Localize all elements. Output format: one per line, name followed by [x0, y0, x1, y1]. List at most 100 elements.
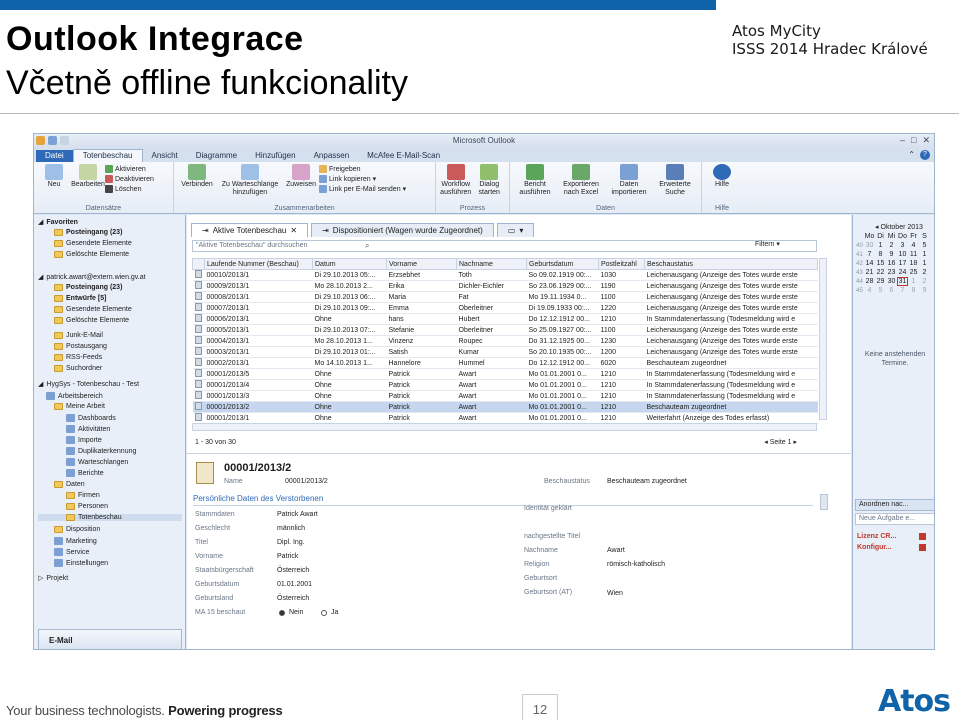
table-row[interactable]: 00001/2013/2 Ohne Patrick Awart Mo 01.01.200… — [192, 401, 818, 413]
nav-deleted[interactable]: Gelöschte Elemente — [54, 317, 129, 324]
field-geburtsland[interactable]: Österreich — [277, 595, 309, 602]
table-row[interactable]: 00006/2013/1 Ohne hans Hubert Do 12.12.1912 … — [192, 313, 818, 325]
new-task-input[interactable]: Neue Aufgabe e... — [855, 513, 934, 525]
ribbon-collapse-icon[interactable]: ⌃ — [908, 150, 915, 160]
calendar-month[interactable]: ◂ Oktober 2013 — [863, 223, 934, 231]
nav-crm[interactable]: ◢ HygSys - Totenbeschau - Test — [38, 380, 139, 389]
prev-month-icon[interactable]: ◂ — [875, 224, 879, 231]
close-icon[interactable]: ✕ — [922, 135, 930, 146]
nav-projekt[interactable]: ▷ Projekt — [38, 574, 68, 583]
nav-junk[interactable]: Junk-E-Mail — [54, 332, 103, 339]
table-row[interactable]: 00003/2013/1 Di 29.10.2013 01:... Satish Ku… — [192, 346, 818, 358]
nav-drafts[interactable]: Entwürfe [5] — [54, 295, 106, 302]
pager-page[interactable]: ◂ Seite 1 ▸ — [764, 438, 797, 446]
nav-dashboards[interactable]: Dashboards — [66, 414, 116, 422]
tab-ansicht[interactable]: Ansicht — [143, 150, 187, 162]
calendar-day[interactable]: 8 — [908, 287, 919, 294]
view-tab-active[interactable]: ⇥ Aktive Totenbeschau ✕ — [191, 223, 309, 237]
calendar-day[interactable]: 4 — [864, 287, 875, 294]
calendar-day[interactable]: 4 — [908, 242, 919, 249]
view-search-input[interactable]: "Aktive Totenbeschau" durchsuchen ⌕ — [192, 240, 817, 252]
delete-button[interactable]: Löschen — [105, 185, 154, 193]
calendar-day[interactable]: 29 — [875, 278, 886, 285]
flag-icon[interactable] — [919, 533, 926, 540]
nav-inbox[interactable]: Posteingang (23) — [54, 284, 122, 291]
col-postleitzahl[interactable]: Postleitzahl — [598, 258, 645, 270]
email-link-button[interactable]: Link per E-Mail senden ▾ — [319, 185, 406, 193]
tab-diagramme[interactable]: Diagramme — [187, 150, 246, 162]
search-icon[interactable]: ⌕ — [365, 241, 369, 251]
close-tab-icon[interactable]: ✕ — [290, 226, 297, 235]
calendar-day[interactable]: 2 — [886, 242, 897, 249]
calendar-day[interactable]: 1 — [875, 242, 886, 249]
grid-horizontal-scrollbar[interactable] — [192, 423, 817, 431]
tab-mcafee[interactable]: McAfee E-Mail-Scan — [358, 150, 449, 162]
table-row[interactable]: 00010/2013/1 Di 29.10.2013 05:... Erzsebhe… — [192, 269, 818, 281]
calendar-day[interactable]: 14 — [864, 260, 875, 267]
nav-service[interactable]: Service — [54, 548, 89, 556]
ma15-yes-radio[interactable] — [321, 610, 327, 616]
table-row[interactable]: 00008/2013/1 Di 29.10.2013 06:... Maria Fat… — [192, 291, 818, 303]
calendar-day[interactable]: 18 — [908, 260, 919, 267]
calendar-day[interactable]: 22 — [875, 269, 886, 276]
col-beschaustatus[interactable]: Beschaustatus — [644, 258, 818, 270]
nav-search-folders[interactable]: Suchordner — [54, 365, 102, 372]
view-tab-dispositioned[interactable]: ⇥ Dispositioniert (Wagen wurde Zugeordnet… — [311, 223, 494, 237]
nav-outbox[interactable]: Postausgang — [54, 343, 107, 350]
table-row[interactable]: 00001/2013/1 Ohne Patrick Awart Mo 01.01.200… — [192, 412, 818, 424]
field-staatsbuergerschaft[interactable]: Österreich — [277, 567, 309, 574]
nav-my-work[interactable]: Meine Arbeit — [54, 403, 105, 410]
nav-totenbeschau[interactable]: Totenbeschau — [38, 514, 182, 521]
tab-totenbeschau[interactable]: Totenbeschau — [72, 149, 143, 162]
calendar-day[interactable]: 9 — [886, 251, 897, 258]
minimize-icon[interactable]: – — [900, 135, 905, 146]
col-nachname[interactable]: Nachname — [456, 258, 527, 270]
nav-duplicates[interactable]: Duplikaterkennung — [66, 447, 136, 455]
maximize-icon[interactable]: □ — [911, 135, 916, 146]
nav-sent[interactable]: Gesendete Elemente — [54, 306, 132, 313]
calendar-day[interactable]: 30 — [886, 278, 897, 285]
field-religion[interactable]: römisch-katholisch — [607, 561, 665, 568]
table-row[interactable]: 00009/2013/1 Mo 28.10.2013 2... Erika Dichl… — [192, 280, 818, 292]
col-geburtsdatum[interactable]: Geburtsdatum — [526, 258, 599, 270]
help-icon[interactable]: ? — [920, 150, 930, 160]
calendar-day[interactable]: 28 — [864, 278, 875, 285]
calendar-day[interactable]: 21 — [864, 269, 875, 276]
calendar-day[interactable]: 3 — [897, 242, 908, 249]
flag-icon[interactable] — [919, 544, 926, 551]
field-geschlecht[interactable]: männlich — [277, 525, 305, 532]
field-geburtsort-at[interactable]: Wien — [607, 590, 623, 597]
calendar-day[interactable]: 10 — [897, 251, 908, 258]
table-row[interactable]: 00001/2013/4 Ohne Patrick Awart Mo 01.01.200… — [192, 379, 818, 391]
grid-vertical-scrollbar[interactable] — [819, 258, 827, 420]
nav-fav-inbox[interactable]: Posteingang (23) — [54, 229, 122, 236]
name-value[interactable]: 00001/2013/2 — [285, 478, 328, 485]
task-item[interactable]: Lizenz CR... — [857, 533, 896, 540]
detail-scrollbar[interactable] — [820, 494, 828, 510]
task-item[interactable]: Konfigur... — [857, 544, 892, 551]
field-stammdaten[interactable]: Patrick Awart — [277, 511, 318, 518]
calendar-day[interactable]: 30 — [864, 242, 875, 249]
status-value[interactable]: Beschauteam zugeordnet — [607, 478, 687, 485]
filter-button[interactable]: Filtern ▾ — [755, 240, 780, 248]
task-arrange-header[interactable]: Anordnen nac... — [855, 499, 934, 511]
nav-queues[interactable]: Warteschlangen — [66, 458, 128, 466]
calendar-day[interactable]: 5 — [875, 287, 886, 294]
field-titel[interactable]: Dipl. Ing. — [277, 539, 305, 546]
field-geburtsdatum[interactable]: 01.01.2001 — [277, 581, 312, 588]
copy-link-button[interactable]: Link kopieren ▾ — [319, 175, 406, 183]
nav-mail-button[interactable]: E-Mail — [38, 629, 182, 649]
nav-disposition[interactable]: Disposition — [54, 526, 100, 533]
calendar-day[interactable]: 9 — [919, 287, 930, 294]
calendar-day[interactable]: 1 — [908, 278, 919, 285]
calendar-day[interactable]: 17 — [897, 260, 908, 267]
col-datum[interactable]: Datum — [312, 258, 387, 270]
view-tab-add[interactable]: ▭ ▾ — [496, 223, 535, 237]
nav-activities[interactable]: Aktivitäten — [66, 425, 110, 433]
nav-imports[interactable]: Importe — [66, 436, 102, 444]
calendar-day[interactable]: 16 — [886, 260, 897, 267]
table-row[interactable]: 00007/2013/1 Di 29.10.2013 09:... Emma Ober… — [192, 302, 818, 314]
tab-anpassen[interactable]: Anpassen — [305, 150, 359, 162]
nav-fav-sent[interactable]: Gesendete Elemente — [54, 240, 132, 247]
table-row[interactable]: 00005/2013/1 Di 29.10.2013 07:... Stefanie… — [192, 324, 818, 336]
